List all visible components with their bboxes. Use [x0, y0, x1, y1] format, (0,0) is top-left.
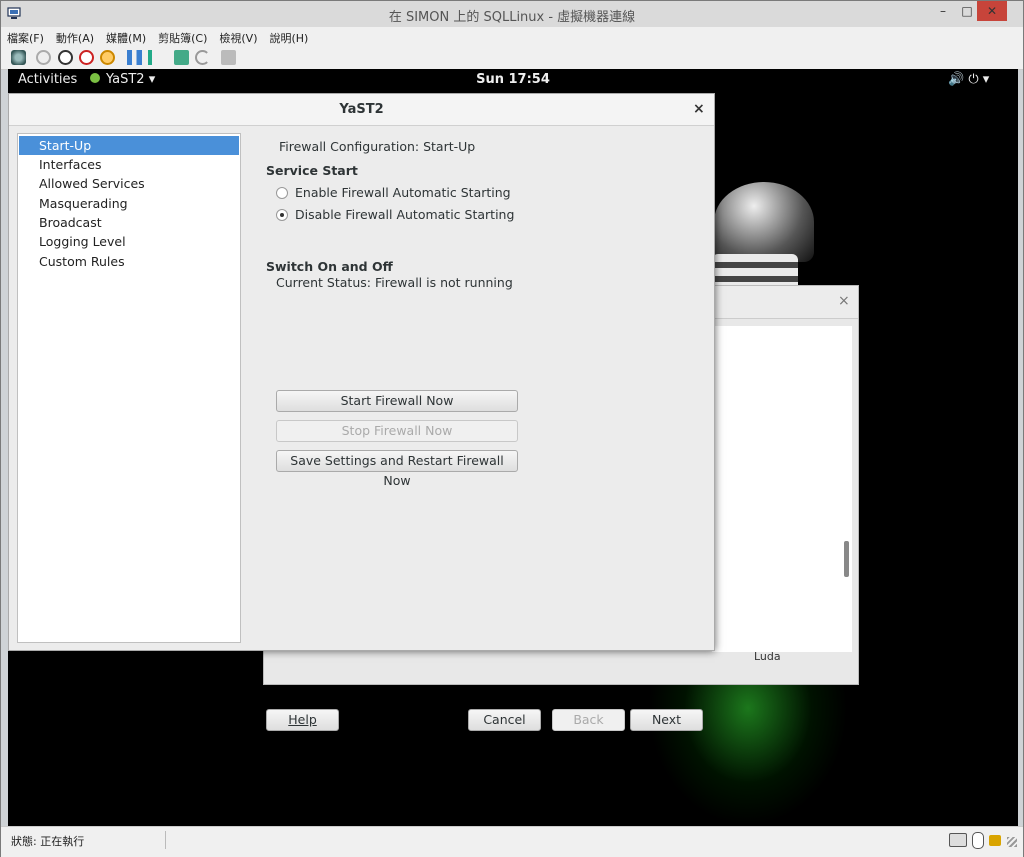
sidebar-item-allowed-services[interactable]: Allowed Services — [19, 174, 239, 193]
start-icon[interactable] — [36, 50, 51, 65]
toolbar — [1, 47, 1023, 70]
lock-icon — [989, 835, 1001, 846]
menu-clipboard[interactable]: 剪貼簿(C) — [152, 27, 213, 46]
pause-icon[interactable] — [127, 50, 142, 65]
system-menu[interactable]: 🔊 ⏻ ▾ — [948, 72, 989, 87]
yast-title: YaST2 — [339, 102, 384, 117]
menu-view[interactable]: 檢視(V) — [213, 27, 263, 46]
menu-file[interactable]: 檔案(F) — [1, 27, 50, 46]
page-title: Firewall Configuration: Start-Up — [279, 139, 476, 154]
menu-bar: 檔案(F) 動作(A) 媒體(M) 剪貼簿(C) 檢視(V) 說明(H) — [1, 27, 1023, 47]
save-restart-firewall-button[interactable]: Save Settings and Restart Firewall Now — [276, 450, 518, 488]
turn-off-icon[interactable] — [58, 50, 73, 65]
title-bar: 在 SIMON 上的 SQLLinux - 虛擬機器連線 – □ ✕ — [1, 1, 1023, 27]
revert-icon[interactable] — [195, 50, 210, 65]
clock[interactable]: Sun 17:54 — [8, 72, 1018, 87]
guest-desktop[interactable]: Activities YaST2 ▾ Sun 17:54 🔊 ⏻ ▾ × Lud… — [8, 69, 1018, 826]
shutdown-icon[interactable] — [79, 50, 94, 65]
keyboard-icon — [949, 833, 967, 847]
window-title: 在 SIMON 上的 SQLLinux - 虛擬機器連線 — [388, 10, 636, 25]
status-separator — [165, 831, 166, 849]
current-status-value: Firewall is not running — [375, 275, 513, 290]
sidebar-item-custom-rules[interactable]: Custom Rules — [19, 252, 239, 271]
menu-action[interactable]: 動作(A) — [50, 27, 100, 46]
sidebar-item-logging-level[interactable]: Logging Level — [19, 232, 239, 251]
sidebar: Start-Up Interfaces Allowed Services Mas… — [17, 133, 241, 643]
save-icon[interactable] — [100, 50, 115, 65]
wallpaper-bulb — [714, 182, 814, 262]
back-button[interactable]: Back — [552, 709, 625, 731]
yast-dialog: YaST2 × Start-Up Interfaces Allowed Serv… — [8, 93, 715, 731]
sidebar-item-interfaces[interactable]: Interfaces — [19, 155, 239, 174]
next-button[interactable]: Next — [630, 709, 703, 731]
yast-header: YaST2 × — [9, 94, 714, 126]
enhanced-session-icon[interactable] — [221, 50, 236, 65]
background-window-scrollbar[interactable] — [844, 541, 849, 577]
mouse-icon — [972, 832, 984, 849]
gnome-top-bar: Activities YaST2 ▾ Sun 17:54 🔊 ⏻ ▾ — [8, 69, 1018, 91]
sidebar-item-broadcast[interactable]: Broadcast — [19, 213, 239, 232]
enable-autostart-radio[interactable] — [276, 187, 288, 199]
menu-media[interactable]: 媒體(M) — [100, 27, 152, 46]
enable-autostart-label[interactable]: Enable Firewall Automatic Starting — [295, 185, 511, 200]
help-button[interactable]: Help — [266, 709, 339, 731]
cancel-button[interactable]: Cancel — [468, 709, 541, 731]
sidebar-item-start-up[interactable]: Start-Up — [19, 136, 239, 155]
menu-help[interactable]: 說明(H) — [263, 27, 314, 46]
disable-autostart-radio[interactable] — [276, 209, 288, 221]
reset-icon[interactable] — [148, 50, 163, 65]
stop-firewall-button[interactable]: Stop Firewall Now — [276, 420, 518, 442]
status-text: 狀態: 正在執行 — [11, 835, 85, 848]
help-button-label: Help — [288, 712, 317, 727]
cancel-button-label: Cancel — [483, 712, 526, 727]
close-button[interactable]: ✕ — [977, 1, 1007, 21]
next-button-label: Next — [651, 712, 682, 727]
yast-close-button[interactable]: × — [693, 101, 705, 117]
radio-selected-dot — [280, 213, 284, 217]
service-start-heading: Service Start — [266, 163, 358, 178]
status-bar: 狀態: 正在執行 — [1, 826, 1023, 857]
start-firewall-button[interactable]: Start Firewall Now — [276, 390, 518, 412]
vm-connection-window: 在 SIMON 上的 SQLLinux - 虛擬機器連線 – □ ✕ 檔案(F)… — [0, 0, 1024, 857]
disable-autostart-label[interactable]: Disable Firewall Automatic Starting — [295, 207, 514, 222]
background-window-content — [712, 326, 852, 652]
back-button-label: Back — [573, 712, 604, 727]
background-window-close-button[interactable]: × — [838, 293, 850, 309]
current-status-label: Current Status: — [276, 275, 371, 290]
background-window-label: Luda — [754, 650, 781, 663]
sidebar-item-masquerading[interactable]: Masquerading — [19, 194, 239, 213]
ctrl-alt-del-icon[interactable] — [11, 50, 26, 65]
main-content: Firewall Configuration: Start-Up Service… — [249, 126, 714, 731]
wallpaper-glow — [648, 669, 848, 826]
checkpoint-icon[interactable] — [174, 50, 189, 65]
switch-on-off-heading: Switch On and Off — [266, 259, 393, 274]
resize-grip-icon[interactable] — [1007, 837, 1017, 847]
